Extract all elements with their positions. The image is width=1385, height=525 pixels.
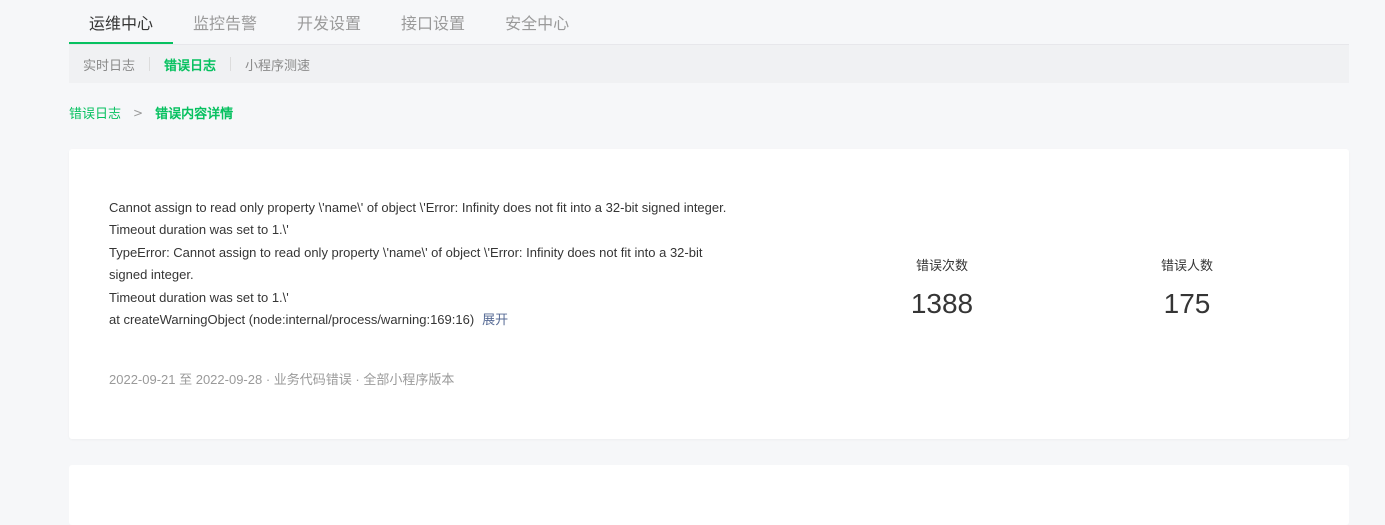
breadcrumb: 错误日志 > 错误内容详情 [69, 103, 234, 123]
subnav-error-log[interactable]: 错误日志 [164, 55, 216, 74]
tab-security-center[interactable]: 安全中心 [485, 2, 589, 44]
tab-ops-center[interactable]: 运维中心 [69, 2, 174, 44]
top-tabs: 运维中心 监控告警 开发设置 接口设置 安全中心 [69, 0, 1349, 45]
tab-monitoring[interactable]: 监控告警 [173, 2, 277, 44]
error-line: TypeError: Cannot assign to read only pr… [109, 244, 703, 283]
sub-navigation: 实时日志 错误日志 小程序测速 [69, 45, 1349, 83]
error-users-stat: 错误人数 175 [1127, 255, 1247, 320]
breadcrumb-current: 错误内容详情 [155, 107, 234, 122]
error-count-stat: 错误次数 1388 [882, 255, 1002, 320]
error-count-label: 错误次数 [915, 259, 968, 274]
subnav-realtime-log[interactable]: 实时日志 [83, 55, 135, 74]
subnav-divider [149, 57, 151, 71]
error-count-value: 1388 [910, 288, 974, 319]
subnav-divider [230, 57, 232, 71]
breadcrumb-separator: > [133, 105, 144, 120]
error-line: Timeout duration was set to 1.\' [109, 222, 289, 238]
error-users-label: 错误人数 [1160, 259, 1213, 274]
error-meta: 2022-09-21 至 2022-09-28 · 业务代码错误 · 全部小程序… [109, 372, 455, 387]
error-line: at createWarningObject (node:internal/pr… [109, 309, 739, 331]
error-last-line: at createWarningObject (node:internal/pr… [109, 312, 475, 328]
breadcrumb-error-log[interactable]: 错误日志 [69, 103, 121, 122]
subnav-speed-test[interactable]: 小程序测速 [245, 55, 310, 74]
tab-dev-settings[interactable]: 开发设置 [277, 2, 381, 44]
error-message: Cannot assign to read only property \'na… [109, 197, 739, 331]
error-line: Timeout duration was set to 1.\' [109, 289, 289, 305]
error-detail-card: Cannot assign to read only property \'na… [69, 149, 1349, 439]
expand-link[interactable]: 展开 [482, 312, 508, 327]
error-users-value: 175 [1163, 288, 1211, 319]
secondary-card [69, 465, 1349, 525]
tab-api-settings[interactable]: 接口设置 [381, 2, 485, 44]
error-line: Cannot assign to read only property \'na… [109, 200, 727, 215]
